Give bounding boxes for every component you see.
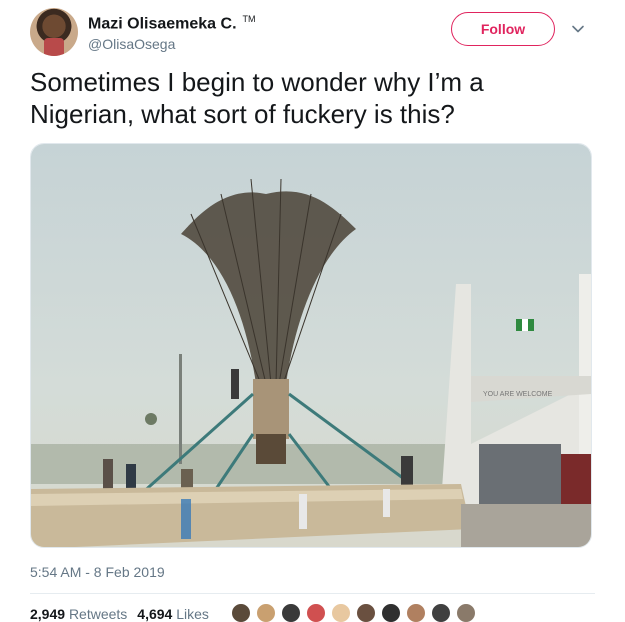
tweet-timestamp[interactable]: 5:54 AM - 8 Feb 2019 xyxy=(30,564,165,580)
liker-avatar[interactable] xyxy=(330,602,352,622)
chevron-down-icon[interactable] xyxy=(571,22,585,36)
liker-avatar[interactable] xyxy=(455,602,477,622)
liker-avatar[interactable] xyxy=(430,602,452,622)
tweet-text: Sometimes I begin to wonder why I’m a Ni… xyxy=(30,67,484,129)
author-name-text[interactable]: Mazi Olisaemeka C. xyxy=(88,15,237,32)
trademark-mark: TM xyxy=(242,14,256,24)
photo-scene: YOU ARE WELCOME xyxy=(31,144,591,547)
likes-stat[interactable]: 4,694 Likes xyxy=(137,606,209,622)
author-handle[interactable]: @OlisaOsega xyxy=(88,36,175,52)
avatar[interactable] xyxy=(30,8,78,56)
liker-avatar[interactable] xyxy=(230,602,252,622)
likes-count[interactable]: 4,694 xyxy=(137,606,172,622)
retweets-stat[interactable]: 2,949 Retweets xyxy=(30,606,127,622)
retweets-label[interactable]: Retweets xyxy=(69,606,127,622)
retweets-count[interactable]: 2,949 xyxy=(30,606,65,622)
liker-avatar[interactable] xyxy=(355,602,377,622)
likes-label[interactable]: Likes xyxy=(176,606,209,622)
tweet-header: Mazi Olisaemeka C. TM @OlisaOsega Follow xyxy=(30,6,595,56)
liker-avatar[interactable] xyxy=(380,602,402,622)
liker-avatar[interactable] xyxy=(305,602,327,622)
author-name[interactable]: Mazi Olisaemeka C. TM xyxy=(88,14,256,33)
follow-button[interactable]: Follow xyxy=(451,12,555,46)
divider xyxy=(30,593,595,594)
liker-avatar[interactable] xyxy=(405,602,427,622)
gate-sign-text: YOU ARE WELCOME xyxy=(483,391,553,398)
liker-avatar[interactable] xyxy=(255,602,277,622)
tweet-photo[interactable]: YOU ARE WELCOME xyxy=(30,143,592,548)
liker-avatars xyxy=(230,602,480,622)
engagement-stats: 2,949 Retweets 4,694 Likes xyxy=(30,606,209,622)
liker-avatar[interactable] xyxy=(280,602,302,622)
